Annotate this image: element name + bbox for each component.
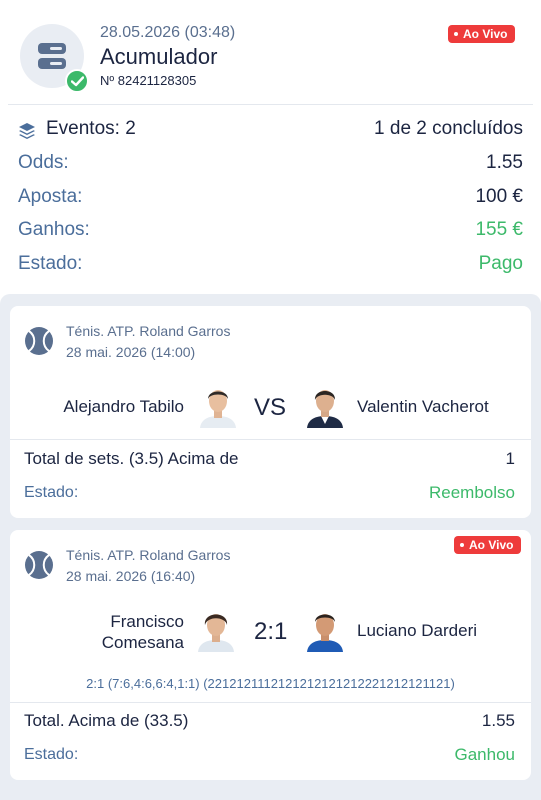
odds-label: Odds:: [18, 152, 69, 173]
event-score: 2:1: [254, 618, 288, 645]
events-label: Eventos: 2: [46, 118, 136, 139]
event-date: 28 mai. 2026 (16:40): [66, 568, 196, 584]
player2-name: Luciano Darderi: [357, 621, 478, 640]
live-dot-icon: [454, 31, 458, 36]
market-name: Total. Acima de (33.5): [24, 711, 189, 730]
check-icon: [65, 69, 89, 93]
card-divider: [10, 439, 531, 440]
event-card[interactable]: Ténis. ATP. Roland Garros 28 mai. 2026 (…: [10, 306, 531, 518]
player2-avatar: [307, 390, 343, 428]
player2-name: Valentin Vacherot: [357, 397, 489, 416]
live-badge: Ao Vivo: [454, 536, 522, 554]
summary-events-row: Eventos: 2 1 de 2 concluídos: [18, 118, 523, 146]
score-detail: 2:1 (7:6,4:6,6:4,1:1) (22121211121212121…: [86, 676, 455, 691]
event-vs: VS: [254, 394, 287, 421]
player1-avatar: [198, 614, 234, 652]
winnings-value: 155 €: [475, 219, 523, 240]
state-value: Pago: [478, 253, 523, 274]
player1-name: Francisco Comesana: [101, 612, 184, 652]
tennis-ball-icon: [25, 551, 53, 579]
header-divider: [8, 104, 533, 105]
bet-header: 28.05.2026 (03:48) Acumulador Nº 8242112…: [0, 0, 541, 104]
summary-stake-row: Aposta: 100 €: [18, 186, 523, 214]
state-label: Estado:: [18, 253, 83, 274]
live-badge: Ao Vivo: [448, 25, 516, 43]
player1-avatar: [200, 390, 236, 428]
event-league: Ténis. ATP. Roland Garros: [66, 547, 231, 563]
event-date: 28 mai. 2026 (14:00): [66, 344, 196, 360]
bet-date: 28.05.2026 (03:48): [100, 24, 236, 41]
market-value: 1.55: [481, 711, 515, 730]
market-value: 1: [505, 449, 515, 468]
market-name: Total de sets. (3.5) Acima de: [24, 449, 239, 468]
summary-state-row: Estado: Pago: [18, 253, 523, 281]
event-card[interactable]: Ténis. ATP. Roland Garros 28 mai. 2026 (…: [10, 530, 531, 780]
card-divider: [10, 702, 531, 703]
stake-value: 100 €: [475, 186, 523, 207]
event-state-label: Estado:: [24, 746, 79, 763]
player1-name: Alejandro Tabilo: [63, 397, 184, 416]
layers-icon: [19, 123, 35, 139]
bet-number: Nº 82421128305: [100, 73, 197, 88]
winnings-label: Ganhos:: [18, 219, 90, 240]
summary-winnings-row: Ganhos: 155 €: [18, 219, 523, 247]
event-state-value: Reembolso: [429, 483, 515, 502]
events-value: 1 de 2 concluídos: [374, 118, 523, 139]
stake-label: Aposta:: [18, 186, 83, 207]
event-league: Ténis. ATP. Roland Garros: [66, 323, 231, 339]
summary-odds-row: Odds: 1.55: [18, 152, 523, 180]
player2-avatar: [307, 614, 343, 652]
bet-title: Acumulador: [100, 44, 218, 69]
odds-value: 1.55: [486, 152, 523, 173]
event-state-label: Estado:: [24, 484, 79, 501]
tennis-ball-icon: [25, 327, 53, 355]
live-dot-icon: [460, 542, 464, 547]
event-state-value: Ganhou: [454, 745, 516, 764]
